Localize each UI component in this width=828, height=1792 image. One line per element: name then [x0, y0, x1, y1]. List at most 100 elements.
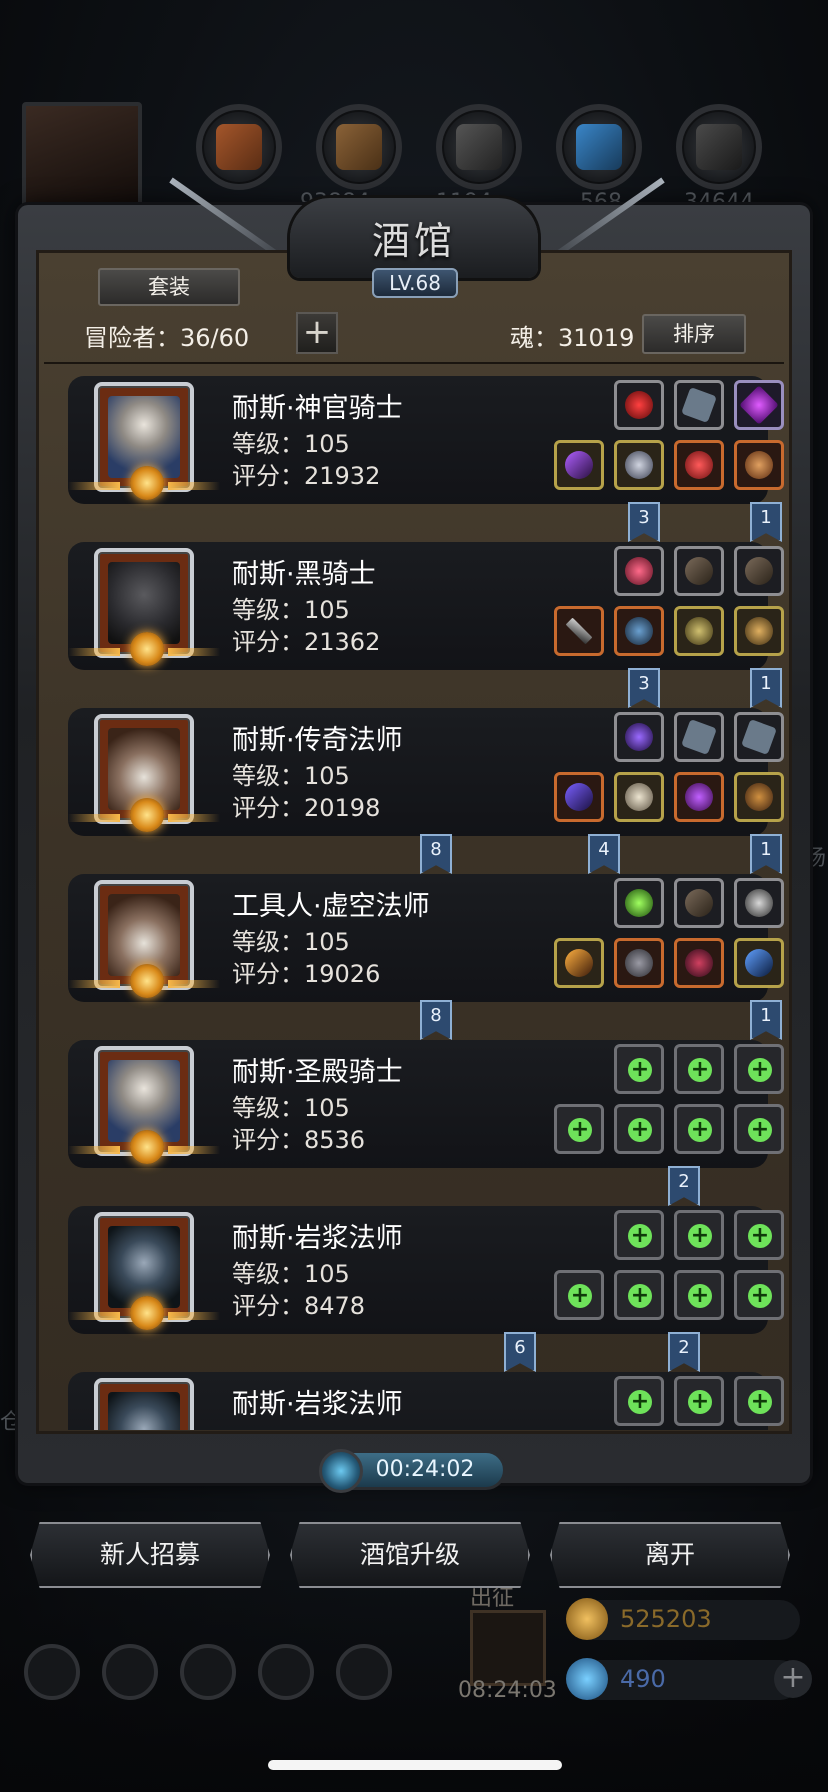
- armor-item-icon[interactable]: [614, 938, 664, 988]
- staff-item-icon[interactable]: [554, 772, 604, 822]
- gem-counter: 490: [566, 1658, 800, 1700]
- shield-item-icon[interactable]: [674, 606, 724, 656]
- empty-slot-add-icon[interactable]: +: [674, 1270, 724, 1320]
- recruit-button[interactable]: 新人招募: [30, 1522, 270, 1588]
- empty-slot-add-icon[interactable]: +: [674, 1104, 724, 1154]
- count-flag: 3: [628, 502, 660, 542]
- shop-menu-icon[interactable]: [336, 1644, 392, 1700]
- gold-value: 525203: [620, 1605, 712, 1633]
- empty-slot-add-icon[interactable]: +: [734, 1210, 784, 1260]
- empty-slot-add-icon[interactable]: +: [734, 1270, 784, 1320]
- hero-list[interactable]: 耐斯·神官骑士 等级：105 评分：21932 3 1 耐斯·黑骑士 等级：10…: [44, 362, 784, 1430]
- count-flag: 4: [588, 834, 620, 874]
- empty-slot-add-icon[interactable]: +: [674, 1044, 724, 1094]
- page-title: 酒馆: [371, 219, 456, 263]
- boots-item-icon[interactable]: [674, 546, 724, 596]
- orb-item-icon[interactable]: [614, 712, 664, 762]
- stone-resource-icon: [436, 104, 522, 190]
- hero-card[interactable]: 耐斯·岩浆法师 + + +: [68, 1372, 784, 1430]
- add-gems-button[interactable]: +: [774, 1660, 812, 1698]
- outfit-button[interactable]: 套装: [98, 268, 240, 306]
- medal-item-icon[interactable]: [734, 440, 784, 490]
- tavern-timer: 00:24:02: [319, 1449, 506, 1493]
- hero-card[interactable]: 工具人·虚空法师 等级：105 评分：19026: [68, 874, 784, 1002]
- hero-name: 耐斯·传奇法师: [232, 725, 403, 756]
- count-flag: 2: [668, 1166, 700, 1206]
- armor-item-icon[interactable]: [614, 606, 664, 656]
- empty-slot-add-icon[interactable]: +: [614, 1210, 664, 1260]
- hero-card[interactable]: 耐斯·圣殿骑士 等级：105 评分：8536 + + + + + + +: [68, 1040, 784, 1168]
- sword-item-icon[interactable]: [554, 606, 604, 656]
- hero-name: 耐斯·岩浆法师: [232, 1223, 403, 1254]
- upgrade-tavern-button[interactable]: 酒馆升级: [290, 1522, 530, 1588]
- emblem-item-icon[interactable]: [734, 606, 784, 656]
- count-flag: 3: [628, 668, 660, 708]
- rune-item-icon[interactable]: [734, 712, 784, 762]
- pendant-item-icon[interactable]: [734, 772, 784, 822]
- mail-icon[interactable]: [258, 1644, 314, 1700]
- empty-slot-add-icon[interactable]: +: [674, 1376, 724, 1426]
- hero-card[interactable]: 耐斯·岩浆法师 等级：105 评分：8478 + + + + + + +: [68, 1206, 784, 1334]
- ring-item-icon[interactable]: [614, 380, 664, 430]
- hero-avatar: [68, 548, 220, 666]
- rune-item-icon[interactable]: [674, 712, 724, 762]
- empty-slot-add-icon[interactable]: +: [554, 1270, 604, 1320]
- gift-box-icon[interactable]: [470, 1610, 546, 1686]
- hero-level: 等级：105: [232, 1094, 350, 1122]
- staff-item-icon[interactable]: [554, 440, 604, 490]
- empty-slot-add-icon[interactable]: +: [614, 1376, 664, 1426]
- rank-star-icon: [130, 632, 164, 666]
- sort-button[interactable]: 排序: [642, 314, 746, 354]
- gem-value: 490: [620, 1665, 666, 1693]
- hero-level: 等级：105: [232, 762, 350, 790]
- empty-slot-add-icon[interactable]: +: [734, 1376, 784, 1426]
- hero-score: 评分：8478: [232, 1292, 366, 1320]
- boots-item-icon[interactable]: [674, 878, 724, 928]
- player-avatar[interactable]: [22, 102, 142, 212]
- robe-item-icon[interactable]: [614, 772, 664, 822]
- sigil-item-icon[interactable]: [734, 878, 784, 928]
- hero-card[interactable]: 耐斯·神官骑士 等级：105 评分：21932: [68, 376, 784, 504]
- hero-avatar: [68, 880, 220, 998]
- boots-item-icon[interactable]: [734, 546, 784, 596]
- empty-slot-add-icon[interactable]: +: [734, 1104, 784, 1154]
- hero-card[interactable]: 耐斯·黑骑士 等级：105 评分：21362: [68, 542, 784, 670]
- amulet-item-icon[interactable]: [674, 440, 724, 490]
- empty-slot-add-icon[interactable]: +: [734, 1044, 784, 1094]
- home-indicator[interactable]: [268, 1760, 562, 1770]
- hero-avatar: [68, 714, 220, 832]
- gem-item-icon[interactable]: [734, 380, 784, 430]
- soul-count: 魂：31019: [510, 324, 635, 352]
- plus-icon: +: [302, 312, 332, 352]
- crystal-item-icon[interactable]: [614, 878, 664, 928]
- amulet-item-icon[interactable]: [674, 772, 724, 822]
- leave-button[interactable]: 离开: [550, 1522, 790, 1588]
- rank-star-icon: [130, 1130, 164, 1164]
- hero-score: 评分：8536: [232, 1126, 366, 1154]
- empty-slot-add-icon[interactable]: +: [614, 1270, 664, 1320]
- gold-counter: 525203: [566, 1598, 800, 1640]
- helm-item-icon[interactable]: [674, 938, 724, 988]
- hero-avatar: [68, 1212, 220, 1330]
- add-slot-button[interactable]: +: [296, 312, 338, 354]
- clock-icon: [319, 1449, 363, 1493]
- settings-icon[interactable]: [24, 1644, 80, 1700]
- hero-menu-icon[interactable]: [102, 1644, 158, 1700]
- rank-star-icon: [130, 964, 164, 998]
- hero-score: 评分：20198: [232, 794, 381, 822]
- hero-name: 工具人·虚空法师: [232, 891, 430, 922]
- ring-item-icon[interactable]: [614, 546, 664, 596]
- empty-slot-add-icon[interactable]: +: [614, 1044, 664, 1094]
- guild-menu-icon[interactable]: [180, 1644, 236, 1700]
- armor-item-icon[interactable]: [614, 440, 664, 490]
- empty-slot-add-icon[interactable]: +: [614, 1104, 664, 1154]
- empty-slot-add-icon[interactable]: +: [554, 1104, 604, 1154]
- hero-card[interactable]: 耐斯·传奇法师 等级：105 评分：20198: [68, 708, 784, 836]
- gem-icon: [566, 1658, 608, 1700]
- empty-slot-add-icon[interactable]: +: [674, 1210, 724, 1260]
- staff-item-icon[interactable]: [734, 938, 784, 988]
- rune-item-icon[interactable]: [674, 380, 724, 430]
- wand-item-icon[interactable]: [554, 938, 604, 988]
- count-flag: 1: [750, 1000, 782, 1040]
- hero-score: 评分：19026: [232, 960, 381, 988]
